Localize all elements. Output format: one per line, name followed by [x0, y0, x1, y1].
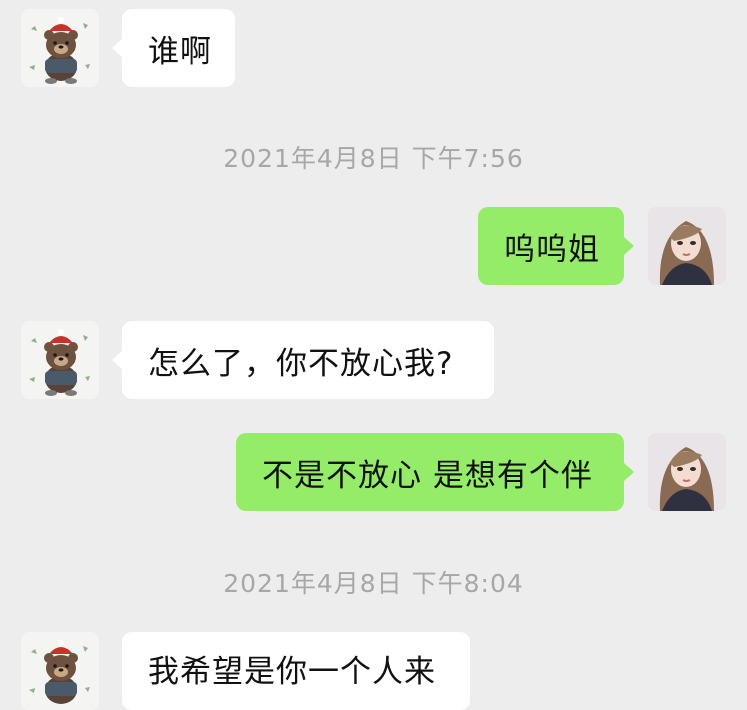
bubble-tail	[624, 463, 634, 481]
bubble-tail	[112, 351, 122, 369]
message-timestamp: 2021年4月8日 下午7:56	[223, 144, 524, 173]
outgoing-message-bubble[interactable]: 呜呜姐	[478, 207, 624, 285]
outgoing-message-bubble[interactable]: 不是不放心 是想有个伴	[236, 433, 624, 511]
incoming-message-bubble[interactable]: 我希望是你一个人来	[122, 632, 470, 710]
message-text: 我希望是你一个人来	[148, 654, 436, 690]
contact-avatar[interactable]	[21, 632, 99, 710]
message-text: 呜呜姐	[504, 231, 600, 268]
message-text: 谁啊	[148, 33, 212, 70]
bubble-tail	[624, 237, 634, 255]
contact-avatar[interactable]	[21, 321, 99, 399]
incoming-message-bubble[interactable]: 怎么了，你不放心我?	[122, 321, 494, 399]
brown-bear-avatar-icon	[21, 321, 99, 399]
contact-avatar[interactable]	[21, 9, 99, 87]
girl-portrait-avatar-icon	[648, 207, 726, 285]
brown-bear-avatar-icon	[21, 9, 99, 87]
message-text: 怎么了，你不放心我?	[148, 345, 454, 382]
incoming-message-bubble[interactable]: 谁啊	[122, 9, 235, 87]
girl-portrait-avatar-icon	[648, 433, 726, 511]
message-text: 不是不放心 是想有个伴	[262, 457, 593, 494]
message-timestamp: 2021年4月8日 下午8:04	[223, 569, 524, 598]
bubble-tail	[112, 39, 122, 57]
user-avatar[interactable]	[648, 433, 726, 511]
user-avatar[interactable]	[648, 207, 726, 285]
chat-conversation: 谁啊 2021年4月8日 下午7:56 呜呜姐 怎么了，你不放心我? 不是不放心…	[0, 0, 747, 710]
brown-bear-avatar-icon	[21, 632, 99, 710]
